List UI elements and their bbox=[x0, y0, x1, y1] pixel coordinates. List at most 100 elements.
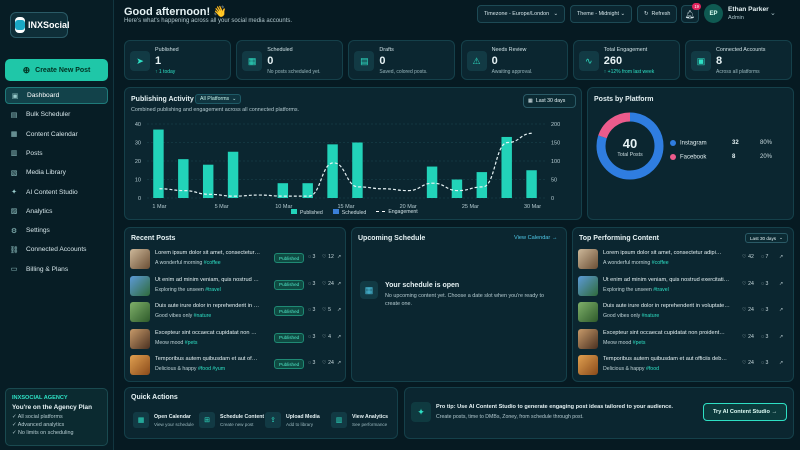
y-tick-left: 40 bbox=[135, 122, 141, 128]
agency-feature: ✓ All social platforms bbox=[12, 414, 63, 420]
upcoming-schedule-card: Upcoming Schedule View Calendar → ▦ Your… bbox=[351, 227, 567, 382]
like-count: ♡ 24 bbox=[322, 280, 334, 287]
sidebar-item-ai-content-studio[interactable]: ✦ AI Content Studio bbox=[5, 184, 108, 201]
external-link-icon[interactable]: ↗ bbox=[337, 254, 341, 260]
sidebar-item-bulk-scheduler[interactable]: ▤ Bulk Scheduler bbox=[5, 106, 108, 123]
platform-pct: 80% bbox=[760, 140, 773, 146]
post-tag: #nature bbox=[641, 313, 660, 319]
app-logo[interactable]: INXSocial bbox=[10, 12, 70, 38]
dashboard-icon: ▣ bbox=[11, 92, 19, 100]
platform-row-facebook[interactable]: Facebook 8 20% bbox=[670, 154, 788, 164]
sidebar-item-connected-accounts[interactable]: ⛓ Connected Accounts bbox=[5, 241, 108, 258]
pro-tip-card: ✦ Pro tip: Use AI Content Studio to gene… bbox=[404, 387, 794, 439]
external-link-icon[interactable]: ↗ bbox=[337, 307, 341, 313]
platform-title: Posts by Platform bbox=[594, 96, 654, 103]
top-range-label: Last 30 days bbox=[750, 235, 777, 241]
stat-card-connected-accounts[interactable]: ▣ Connected Accounts 8 Across all platforms bbox=[685, 40, 792, 80]
comment-count: ◌ 3 bbox=[308, 280, 316, 287]
post-tag: #nature bbox=[193, 313, 212, 319]
external-link-icon[interactable]: ↗ bbox=[779, 281, 783, 287]
stat-card-published[interactable]: ➤ Published 1 ↑ 1 today bbox=[124, 40, 231, 80]
theme-select[interactable]: Theme - Midnight ⌄ bbox=[570, 5, 632, 23]
post-title: Temporibus autem quibusdam et aut of… bbox=[155, 356, 258, 362]
sidebar-item-media-library[interactable]: ▧ Media Library bbox=[5, 164, 108, 181]
quick-action-upload-media[interactable]: ⇪ Upload Media Add to library bbox=[265, 410, 327, 434]
quick-action-icon: ▦ bbox=[133, 412, 149, 428]
sidebar-item-settings[interactable]: ⚙ Settings bbox=[5, 222, 108, 239]
status-badge: Published bbox=[274, 253, 305, 263]
quick-action-icon: ⊞ bbox=[199, 412, 215, 428]
bar-published bbox=[202, 164, 214, 198]
recent-post-row[interactable]: Lorem ipsum dolor sit amet, consectetur…… bbox=[130, 248, 342, 273]
create-new-post-button[interactable]: ⊕ Create New Post bbox=[5, 59, 108, 81]
chevron-down-icon: ⌄ bbox=[620, 11, 625, 17]
avatar[interactable]: EP bbox=[704, 4, 723, 23]
stat-icon: ▤ bbox=[354, 51, 375, 71]
sidebar-item-billing-plans[interactable]: ▭ Billing & Plans bbox=[5, 261, 108, 278]
top-post-row[interactable]: Temporibus autem quibusdam et aut offici… bbox=[578, 354, 790, 379]
stat-label: Drafts bbox=[379, 47, 394, 53]
post-thumbnail bbox=[130, 275, 150, 296]
top-post-row[interactable]: Excepteur sint occaecat cupidatat non pr… bbox=[578, 328, 790, 353]
recent-post-row[interactable]: Temporibus autem quibusdam et aut of… Del… bbox=[130, 354, 342, 379]
sidebar-item-dashboard[interactable]: ▣ Dashboard bbox=[5, 87, 108, 104]
chevron-down-icon[interactable]: ⌄ bbox=[770, 9, 776, 17]
stat-label: Published bbox=[155, 47, 179, 53]
platform-row-instagram[interactable]: Instagram 32 80% bbox=[670, 140, 788, 150]
sidebar-item-posts[interactable]: ▥ Posts bbox=[5, 145, 108, 162]
stat-card-scheduled[interactable]: ▦ Scheduled 0 No posts scheduled yet. bbox=[236, 40, 344, 80]
stat-card-total-engagement[interactable]: ∿ Total Engagement 260 ↑ +12% from last wee… bbox=[572, 40, 680, 80]
stat-sub: ↑ +12% from last week bbox=[603, 69, 655, 75]
sidebar-item-analytics[interactable]: ▨ Analytics bbox=[5, 203, 108, 220]
try-ai-studio-button[interactable]: Try AI Content Studio → bbox=[703, 403, 787, 421]
sidebar-item-label: Content Calendar bbox=[26, 130, 78, 138]
top-post-row[interactable]: Duis aute irure dolor in reprehenderit i… bbox=[578, 301, 790, 326]
bar-published bbox=[476, 172, 488, 198]
range-select[interactable]: ▦ Last 30 days bbox=[523, 94, 576, 108]
recent-post-row[interactable]: Excepteur sint occaecat cupidatat non … M… bbox=[130, 328, 342, 353]
quick-action-open-calendar[interactable]: ▦ Open Calendar View your schedule bbox=[133, 410, 195, 434]
x-tick-label: 1 Mar bbox=[152, 204, 166, 210]
stat-value: 0 bbox=[491, 55, 498, 67]
external-link-icon[interactable]: ↗ bbox=[337, 334, 341, 340]
post-title: Excepteur sint occaecat cupidatat non … bbox=[155, 329, 257, 336]
agency-feature: ✓ Advanced analytics bbox=[12, 422, 65, 428]
external-link-icon[interactable]: ↗ bbox=[337, 360, 341, 366]
comment-count: ◌ 3 bbox=[761, 360, 769, 366]
create-new-post-label: Create New Post bbox=[35, 66, 91, 74]
post-title: Duis aute irure dolor in reprehenderit i… bbox=[155, 303, 260, 309]
sidebar-item-label: Media Library bbox=[26, 169, 66, 177]
bar-published bbox=[352, 142, 363, 198]
top-post-row[interactable]: Ut enim ad minim veniam, quis nostrud ex… bbox=[578, 275, 790, 300]
recent-post-row[interactable]: Duis aute irure dolor in reprehenderit i… bbox=[130, 301, 342, 326]
stat-card-drafts[interactable]: ▤ Drafts 0 Saved, colored posts. bbox=[348, 40, 456, 80]
notifications-button[interactable]: 🔔︎ 19 bbox=[681, 3, 701, 23]
analytics-icon: ▨ bbox=[10, 208, 18, 216]
external-link-icon[interactable]: ↗ bbox=[337, 281, 341, 287]
sidebar-item-label: Billing & Plans bbox=[26, 265, 69, 273]
range-label: Last 30 days bbox=[535, 98, 566, 104]
sidebar-item-content-calendar[interactable]: ▦ Content Calendar bbox=[5, 126, 108, 143]
view-calendar-link[interactable]: View Calendar → bbox=[514, 235, 557, 241]
recent-post-row[interactable]: Ut enim ad minim veniam, quis nostrud … E… bbox=[130, 275, 342, 300]
quick-title: Quick Actions bbox=[131, 394, 178, 401]
top-post-row[interactable]: Lorem ipsum dolor sit amet, consectetur … bbox=[578, 248, 790, 273]
external-link-icon[interactable]: ↗ bbox=[779, 360, 783, 366]
instagram-icon bbox=[670, 140, 676, 146]
quick-action-view-analytics[interactable]: ▥ View Analytics See performance bbox=[331, 410, 393, 434]
external-link-icon[interactable]: ↗ bbox=[779, 307, 783, 313]
stat-card-needs-review[interactable]: ⚠ Needs Review 0 Awaiting approval. bbox=[460, 40, 568, 80]
external-link-icon[interactable]: ↗ bbox=[779, 254, 783, 260]
bar-published bbox=[153, 129, 164, 198]
top-range-select[interactable]: Last 30 days ⌄ bbox=[745, 233, 788, 243]
external-link-icon[interactable]: ↗ bbox=[779, 334, 783, 340]
platform-filter[interactable]: All Platforms ⌄ bbox=[195, 94, 242, 104]
timezone-label: Timezone - Europe/London bbox=[484, 11, 550, 17]
refresh-button[interactable]: ↻ Refresh bbox=[637, 5, 677, 23]
stat-icon: ∿ bbox=[578, 51, 599, 71]
quick-action-icon: ▥ bbox=[331, 412, 347, 428]
timezone-select[interactable]: Timezone - Europe/London ⌄ bbox=[477, 5, 565, 23]
sidebar-item-label: Settings bbox=[26, 227, 50, 235]
quick-action-schedule-content[interactable]: ⊞ Schedule Content Create new post bbox=[199, 410, 264, 434]
stat-icon: ➤ bbox=[130, 51, 150, 71]
